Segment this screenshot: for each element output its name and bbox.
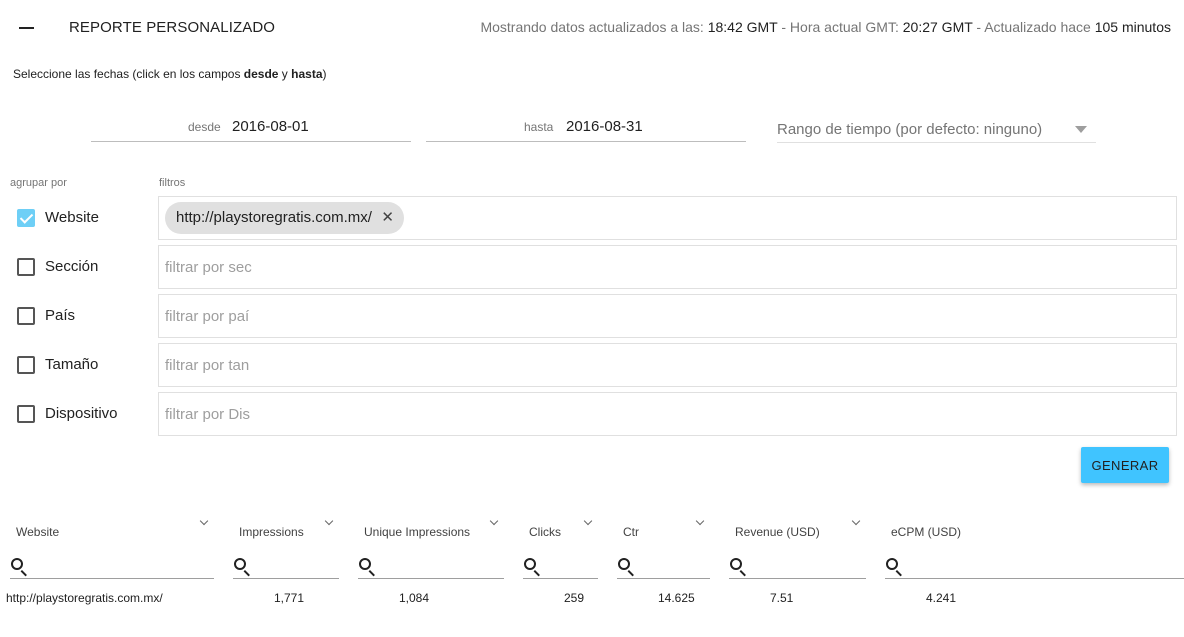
column-header-unique-impressions[interactable]: Unique Impressions (364, 525, 470, 539)
column-header-revenue[interactable]: Revenue (USD) (735, 525, 820, 539)
search-icon (886, 558, 898, 570)
cell-revenue: 7.51 (770, 591, 794, 605)
search-icon (730, 558, 742, 570)
cell-unique-impressions: 1,084 (399, 591, 430, 605)
dispositivo-filter-input[interactable] (165, 404, 255, 424)
time-range-select[interactable]: Rango de tiempo (por defecto: ninguno) (777, 116, 1096, 143)
cell-impressions: 1,771 (274, 591, 305, 605)
unique-impressions-column-search (358, 554, 504, 579)
impressions-column-search (233, 554, 339, 579)
cell-ecpm: 4.241 (926, 591, 957, 605)
search-icon (618, 558, 630, 570)
generate-button[interactable]: GENERAR (1081, 447, 1169, 483)
website-filter-box[interactable]: http://playstoregratis.com.mx/✕ (158, 196, 1177, 240)
chevron-down-icon[interactable] (200, 518, 208, 526)
caret-down-icon (1075, 126, 1087, 133)
website-column-search (10, 554, 214, 579)
search-icon (524, 558, 536, 570)
revenue-column-search (729, 554, 866, 579)
group-by-label: agrupar por (10, 177, 67, 189)
clicks-column-search (523, 554, 598, 579)
website-filter-chip: http://playstoregratis.com.mx/✕ (165, 202, 404, 234)
report-header: REPORTE PERSONALIZADO Mostrando datos ac… (0, 0, 1184, 56)
chevron-down-icon[interactable] (490, 518, 498, 526)
time-range-value: Rango de tiempo (por defecto: ninguno) (777, 121, 1043, 138)
seccion-filter-input[interactable] (165, 257, 255, 277)
date-to-field[interactable]: hasta 2016-08-31 (426, 112, 746, 142)
impressions-search-input[interactable] (257, 556, 335, 576)
pais-filter-box (158, 294, 1177, 338)
ctr-column-search (617, 554, 710, 579)
minus-icon[interactable] (18, 19, 36, 37)
chevron-down-icon[interactable] (696, 518, 704, 526)
chevron-down-icon[interactable] (852, 518, 860, 526)
ecpm-search-input[interactable] (909, 556, 1180, 576)
cell-website: http://playstoregratis.com.mx/ (6, 591, 163, 605)
column-header-impressions[interactable]: Impressions (239, 525, 304, 539)
seccion-filter-box (158, 245, 1177, 289)
updated-ago: 105 minutos (1094, 19, 1171, 35)
column-header-clicks[interactable]: Clicks (529, 525, 561, 539)
clicks-search-input[interactable] (547, 556, 594, 576)
pais-filter-input[interactable] (165, 306, 255, 326)
chevron-down-icon[interactable] (325, 518, 333, 526)
dispositivo-filter-box (158, 392, 1177, 436)
date-to-value: 2016-08-31 (566, 118, 643, 135)
page-title: REPORTE PERSONALIZADO (69, 19, 276, 36)
cell-ctr: 14.625 (658, 591, 695, 605)
website-search-input[interactable] (34, 556, 210, 576)
ctr-search-input[interactable] (641, 556, 706, 576)
search-icon (11, 558, 23, 570)
ecpm-column-search (885, 554, 1184, 579)
column-header-website[interactable]: Website (16, 525, 59, 539)
column-header-ctr[interactable]: Ctr (623, 525, 639, 539)
date-from-value: 2016-08-01 (232, 118, 309, 135)
chevron-down-icon[interactable] (584, 518, 592, 526)
search-icon (359, 558, 371, 570)
current-time: 20:27 GMT (902, 19, 973, 35)
tamano-filter-box (158, 343, 1177, 387)
date-from-field[interactable]: desde 2016-08-01 (91, 112, 411, 142)
filters-label: filtros (159, 177, 186, 189)
data-time: 18:42 GMT (707, 19, 778, 35)
date-instructions: Seleccione las fechas (click en los camp… (13, 67, 327, 81)
date-to-label: hasta (524, 120, 554, 134)
update-status: Mostrando datos actualizados a las: 18:4… (480, 19, 1171, 35)
check-icon (17, 209, 35, 227)
close-icon[interactable]: ✕ (381, 202, 394, 234)
column-header-ecpm[interactable]: eCPM (USD) (891, 525, 961, 539)
revenue-search-input[interactable] (753, 556, 862, 576)
cell-clicks: 259 (564, 591, 585, 605)
search-icon (234, 558, 246, 570)
tamano-filter-input[interactable] (165, 355, 255, 375)
unique-impressions-search-input[interactable] (382, 556, 500, 576)
date-from-label: desde (188, 120, 221, 134)
